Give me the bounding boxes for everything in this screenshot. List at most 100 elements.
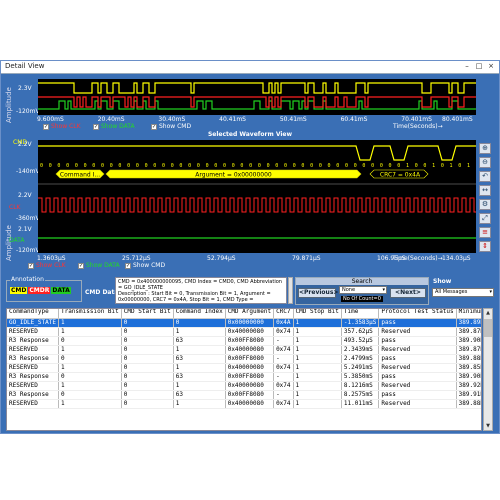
column-header[interactable]: Protocol Test Status [378, 309, 457, 319]
detail-tick: 79.871µS [292, 255, 321, 262]
table-cell: 1 [293, 336, 342, 346]
overview-waveform[interactable] [38, 79, 476, 115]
table-cell: 0 [121, 381, 174, 391]
table-cell: 1 [58, 318, 122, 328]
scroll-up-icon[interactable]: ▲ [484, 309, 492, 317]
checkbox-icon: ✓ [28, 262, 34, 269]
column-header[interactable]: CRC7 [273, 309, 294, 319]
zoom-out-button[interactable]: ⊖ [479, 157, 491, 168]
zoom-in-button[interactable]: ⊕ [479, 143, 491, 154]
table-cell: 1 [173, 345, 226, 355]
table-row[interactable]: RESERVED 1 0 1 0x40000080 0x74 1 8.1216mS Reserv… [7, 381, 481, 391]
table-cell: Reserved [378, 327, 457, 337]
measure-button[interactable]: ↔ [479, 185, 491, 196]
settings-button[interactable]: ⚙ [479, 199, 491, 210]
overview-show-clk[interactable]: ✓ Show CLK [43, 123, 81, 130]
show-select[interactable]: All Messages ▾ [432, 288, 494, 297]
column-header[interactable]: Transmission Bit [58, 309, 122, 319]
table-cell: 493.52µS [341, 336, 380, 346]
column-header[interactable]: Command Index [173, 309, 226, 319]
maximize-button[interactable]: □ [475, 62, 483, 70]
scroll-down-icon[interactable]: ▼ [484, 422, 492, 430]
detail-show-clk[interactable]: ✓ Show CLK [28, 262, 66, 269]
table-cell: 1 [173, 399, 226, 409]
detail-show-cmd[interactable]: ✓ Show CMD [125, 262, 165, 269]
table-row[interactable]: R3 Response 0 0 63 0x00FF8080-1 5.3850mS pass 3… [7, 372, 481, 382]
undo-button[interactable]: ↶ [479, 171, 491, 182]
table-cell: 0x00000000 [225, 318, 275, 328]
table-row[interactable]: GO_IDLE_STATE 1 0 0 0x00000000 0x4A 1 -1.3583µS… [7, 318, 481, 328]
table-cell: GO_IDLE_STATE [7, 318, 59, 328]
table-cell: pass [378, 390, 457, 400]
minimize-button[interactable]: – [463, 62, 471, 70]
table-cell: 63 [173, 354, 226, 364]
table-cell: 2.4799mS [341, 354, 380, 364]
annotation-group: Annotation CMD CMDR DATA [6, 276, 82, 302]
search-group: Search <Previous> None ▾ No Of Count=0 <… [295, 277, 429, 305]
close-button[interactable]: × [487, 62, 495, 70]
chevron-down-icon: ▾ [382, 287, 385, 293]
table-cell: pass [378, 336, 457, 346]
segment-crc7-label: CRC7 = 0x4A [380, 172, 421, 179]
detail-waveform[interactable]: Command I... Argument = 0x00000000 CRC7 = … [38, 140, 476, 253]
overview-y-top: 2.3V [18, 85, 32, 92]
table-cell: 389.88KHz [456, 354, 481, 364]
show-title: Show [433, 278, 452, 285]
overview-show-cmd[interactable]: ✓ Show CMD [151, 123, 191, 130]
table-row[interactable]: RESERVED 1 0 1 0x40000080 0x74 1 11.011mS Reserv… [7, 399, 481, 409]
marker-button[interactable]: ≡ [479, 227, 491, 238]
table-header-row: CommandType Transmission Bit CMD Start Bit… [7, 309, 481, 319]
table-cell: 0 [121, 390, 174, 400]
overview-tick: 40.41mS [219, 116, 246, 123]
table-cell: 0x00FF8080 [225, 354, 275, 364]
column-header[interactable]: Minimum Clock Frequency [456, 309, 481, 319]
overview-tick: 20.40mS [97, 116, 125, 123]
table-cell: Reserved [378, 381, 457, 391]
table-cell: R3 Response [7, 354, 59, 364]
table-cell: RESERVED [7, 363, 59, 373]
table-cell: pass [378, 372, 457, 382]
detail-show-data[interactable]: ✓ Show DATA [78, 262, 120, 269]
column-header[interactable]: CommandType [7, 309, 59, 319]
column-header[interactable]: Time [341, 309, 380, 319]
table-row[interactable]: R3 Response 0 0 63 0x00FF8080-1 493.52µS pass 3… [7, 336, 481, 346]
column-header[interactable]: CMD Start Bit [121, 309, 174, 319]
table-row[interactable]: RESERVED 1 0 1 0x40000080 0x74 1 2.3439mS Reserv… [7, 345, 481, 355]
table-cell: 0x00FF8080 [225, 372, 275, 382]
overview-tick: 9.600mS [37, 116, 64, 123]
data-channel-label: DATA [9, 237, 25, 244]
table-cell: 0 [121, 399, 174, 409]
table-scrollbar[interactable]: ▲ ▼ [483, 308, 493, 431]
table-row[interactable]: RESERVED 1 0 1 0x40000080 0x74 1 357.62µS Reserv… [7, 327, 481, 337]
annotation-chip-cmdr: CMDR [28, 287, 51, 294]
column-header[interactable]: CMD Stop Bit [293, 309, 342, 319]
chevron-down-icon: ▾ [489, 289, 492, 295]
svg-text:Argument = 0x00000000: Argument = 0x00000000 [195, 172, 272, 179]
next-button[interactable]: <Next> [390, 288, 426, 298]
cmd-y-top: 2.2V [18, 141, 32, 148]
clk-y-mid: -360mV [16, 215, 40, 222]
previous-button[interactable]: <Previous> [298, 288, 338, 298]
table-cell: RESERVED [7, 327, 59, 337]
detail-view-window: Detail View – □ × Amplitude 2.3V -120mV … [0, 60, 500, 434]
svg-text:Command I...: Command I... [60, 172, 100, 179]
zoom-fit-button[interactable]: ⤢ [479, 213, 491, 224]
detail-tick: 1.3603µS [37, 255, 66, 262]
overview-show-data[interactable]: ✓ Show DATA [93, 123, 135, 130]
cmd-data-scrollbar[interactable] [288, 277, 293, 304]
table-cell: 1 [293, 354, 342, 364]
search-select[interactable]: None ▾ [339, 286, 387, 294]
column-header[interactable]: CMD Argument [225, 309, 275, 319]
cursor-button[interactable]: ⇕ [479, 241, 491, 252]
table-cell: Reserved [378, 363, 457, 373]
cmd-data-textbox[interactable]: CMD = 0x400000000095, CMD Index = CMD0, … [115, 277, 287, 304]
selected-waveform-header: Selected Waveform View [207, 131, 293, 138]
table-cell: 389.87KHz [456, 345, 481, 355]
table-cell: 389.88KHz [456, 399, 481, 409]
scrollbar-thumb[interactable] [484, 319, 492, 337]
table-row[interactable]: R3 Response 0 0 63 0x00FF8080-1 2.4799mS pass 3… [7, 354, 481, 364]
table-row[interactable]: RESERVED 1 0 1 0x40000080 0x74 1 5.2491mS Reserv… [7, 363, 481, 373]
data-y-bottom: -120mV [16, 247, 40, 254]
table-cell: 5.3850mS [341, 372, 380, 382]
table-row[interactable]: R3 Response 0 0 63 0x00FF8080-1 8.2575mS pass 3… [7, 390, 481, 400]
